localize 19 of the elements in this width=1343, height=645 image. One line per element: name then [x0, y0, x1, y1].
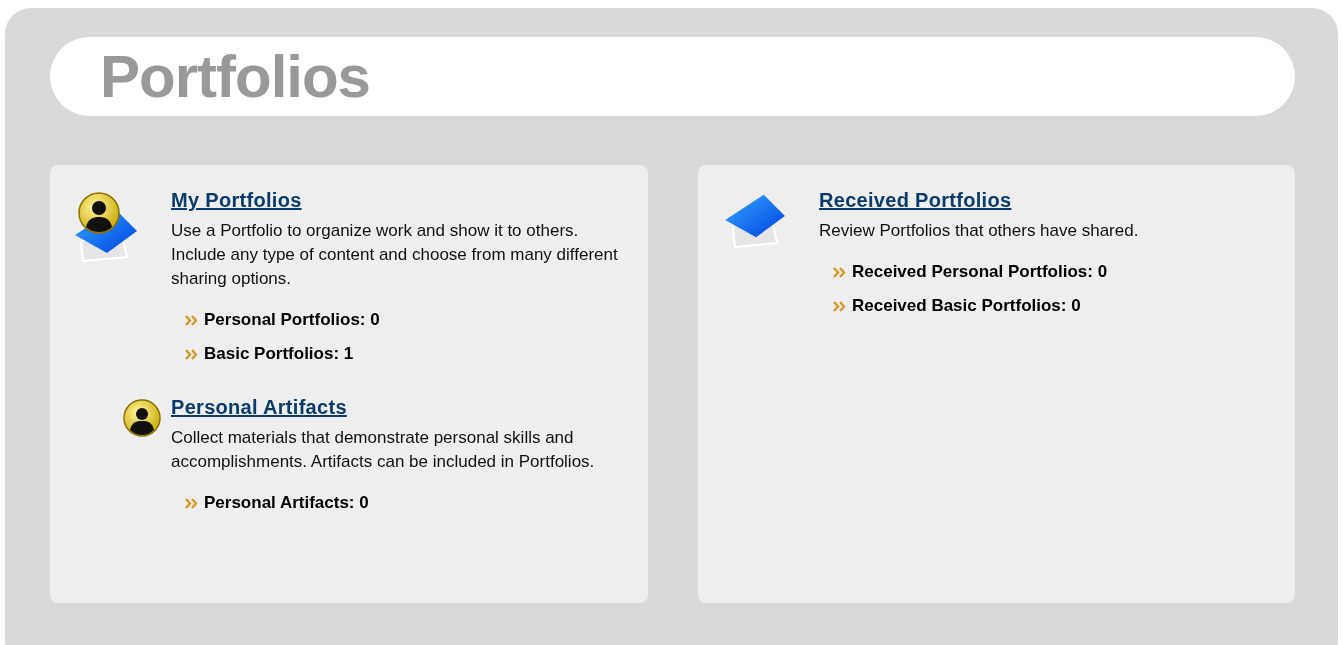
double-chevron-icon: [185, 497, 198, 509]
section-link[interactable]: My Portfolios: [171, 189, 302, 212]
section-link[interactable]: Personal Artifacts: [171, 396, 347, 419]
count-label: Personal Artifacts: 0: [204, 492, 369, 514]
count-label: Basic Portfolios: 1: [204, 343, 354, 365]
section-description: Review Portfolios that others have shared.: [819, 220, 1140, 242]
double-chevron-icon: [185, 348, 198, 360]
page-title: Portfolios: [100, 42, 370, 111]
double-chevron-icon: [833, 266, 846, 278]
section-description: Collect materials that demonstrate personal skills and accomplishments. Artifacts can be included in Portfolios.: [171, 427, 596, 473]
section-description: Use a Portfolio to organize work and show it to others. Include any type of content and choose from many different sharing options.: [171, 220, 619, 290]
portfolio-user-icon: [75, 191, 137, 263]
section-link[interactable]: Received Portfolios: [819, 189, 1012, 212]
count-label: Received Basic Portfolios: 0: [852, 295, 1081, 317]
count-label: Personal Portfolios: 0: [204, 309, 380, 331]
double-chevron-icon: [185, 314, 198, 326]
user-icon: [122, 398, 162, 438]
count-label: Received Personal Portfolios: 0: [852, 261, 1108, 283]
double-chevron-icon: [833, 300, 846, 312]
